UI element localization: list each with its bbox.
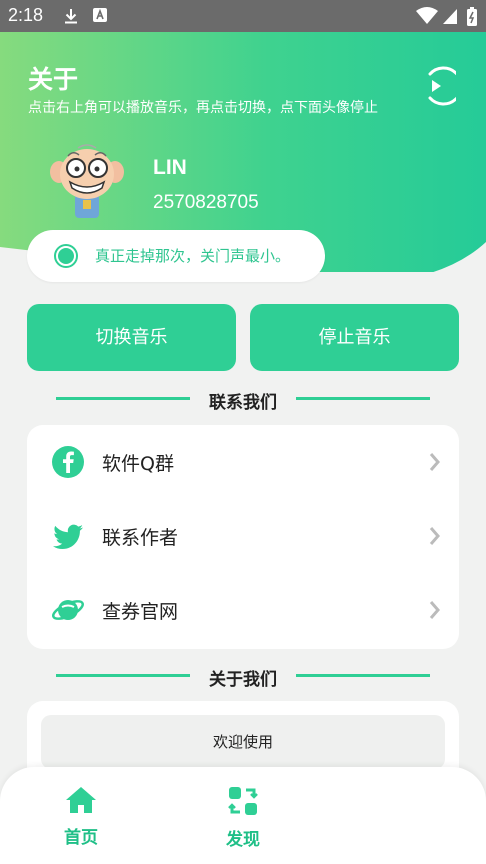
page-subtitle: 点击右上角可以播放音乐，再点击切换，点下面头像停止 [28, 100, 378, 116]
chevron-right-icon [429, 527, 440, 545]
quote-pill: 真正走掉那次，关门声最小。 [27, 230, 325, 282]
list-item-qq-group[interactable]: 软件Q群 [27, 425, 459, 499]
app-notification-icon [93, 8, 107, 22]
facebook-icon [52, 446, 84, 478]
contact-section-title: 联系我们 [209, 393, 277, 413]
download-icon [65, 9, 77, 24]
record-icon [54, 244, 78, 268]
quote-text: 真正走掉那次，关门声最小。 [95, 247, 291, 265]
battery-icon [467, 7, 477, 26]
avatar[interactable] [48, 142, 126, 220]
nav-discover[interactable]: 发现 [198, 785, 288, 850]
home-icon [66, 787, 96, 813]
user-id: 2570828705 [153, 192, 259, 213]
discover-icon [228, 787, 258, 815]
signal-icon [443, 9, 457, 24]
bottom-nav: 首页 发现 [0, 767, 486, 864]
nav-label: 发现 [226, 830, 260, 850]
planet-icon [52, 600, 84, 620]
nav-label: 首页 [64, 828, 98, 848]
page-title: 关于 [28, 65, 79, 94]
play-music-icon[interactable] [424, 66, 456, 106]
twitter-icon [53, 524, 83, 549]
list-item-official-site[interactable]: 查券官网 [27, 573, 459, 647]
welcome-text: 欢迎使用 [41, 715, 445, 769]
wifi-icon [416, 7, 438, 24]
status-bar: 2:18 [0, 0, 486, 32]
list-item-label: 联系作者 [102, 527, 179, 549]
chevron-right-icon [429, 453, 440, 471]
list-item-label: 查券官网 [102, 601, 179, 623]
list-item-label: 软件Q群 [102, 453, 174, 475]
stop-music-button[interactable]: 停止音乐 [250, 304, 459, 371]
contact-card: 软件Q群 联系作者 查券官网 [27, 425, 459, 649]
about-section-title: 关于我们 [209, 670, 277, 690]
list-item-contact-author[interactable]: 联系作者 [27, 499, 459, 573]
chevron-right-icon [429, 601, 440, 619]
nav-home[interactable]: 首页 [36, 785, 126, 848]
user-name: LIN [153, 156, 187, 179]
switch-music-button[interactable]: 切换音乐 [27, 304, 236, 371]
status-time: 2:18 [8, 5, 44, 25]
